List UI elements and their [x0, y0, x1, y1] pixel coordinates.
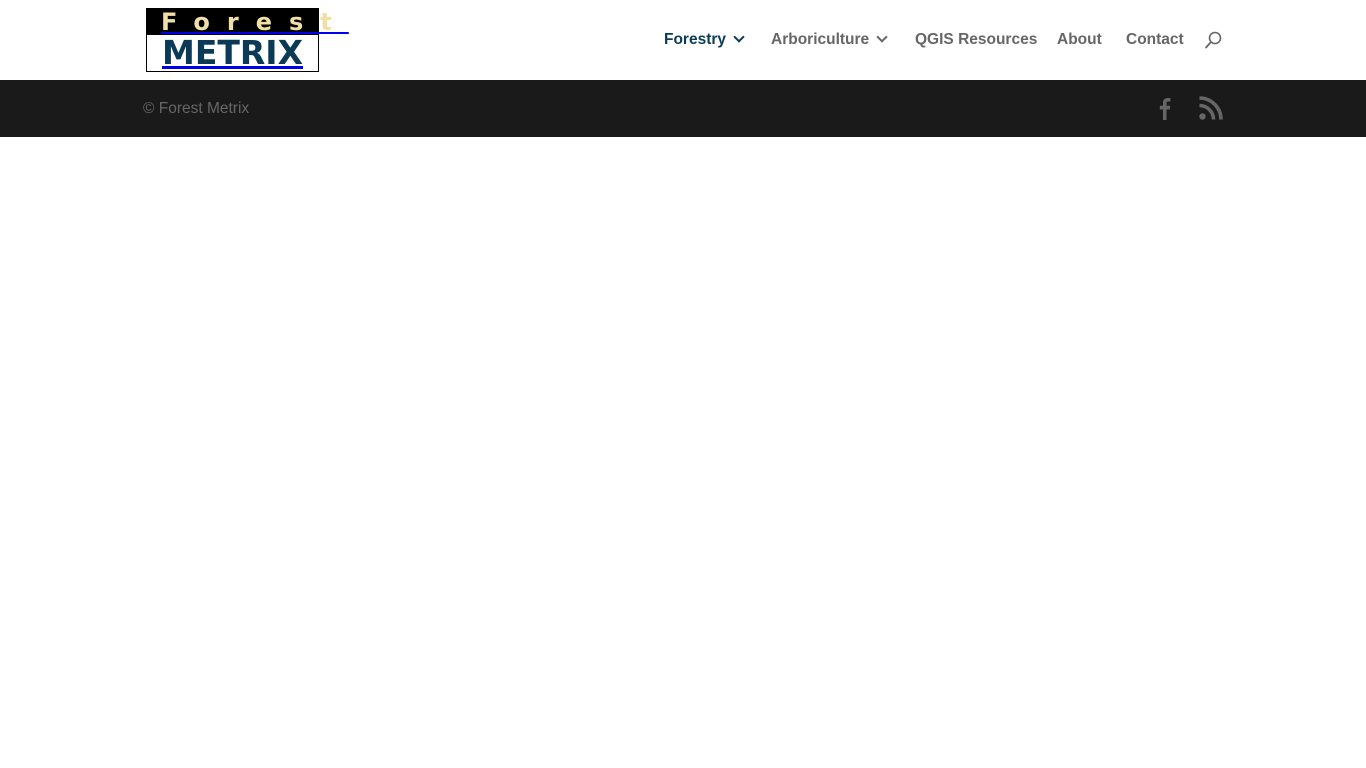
chevron-down-icon: [876, 31, 888, 43]
nav-item-forestry[interactable]: Forestry: [664, 30, 745, 50]
nav-label: Contact: [1126, 31, 1184, 48]
nav-label: About: [1057, 31, 1102, 48]
chevron-down-icon: [733, 31, 745, 43]
copyright-text: © Forest Metrix: [143, 100, 250, 117]
site-logo[interactable]: Forest METRIX: [146, 8, 332, 72]
nav-label: QGIS Resources: [915, 31, 1038, 48]
nav-item-contact[interactable]: Contact: [1126, 30, 1184, 50]
site-header: Forest METRIX Forestry Arboriculture QGI…: [0, 0, 1366, 80]
logo-line-forest: Forest: [147, 9, 332, 36]
footer-bar: © Forest Metrix: [0, 80, 1366, 137]
logo-line-metrix: METRIX: [161, 33, 304, 72]
rss-icon[interactable]: [1199, 96, 1223, 120]
nav-label: Forestry: [664, 31, 727, 48]
nav-label: Arboriculture: [771, 31, 870, 48]
facebook-icon[interactable]: [1155, 96, 1173, 120]
nav-item-about[interactable]: About: [1057, 30, 1102, 50]
nav-item-qgis-resources[interactable]: QGIS Resources: [915, 30, 1037, 50]
search-icon[interactable]: [1204, 31, 1222, 49]
nav-item-arboriculture[interactable]: Arboriculture: [771, 30, 888, 50]
